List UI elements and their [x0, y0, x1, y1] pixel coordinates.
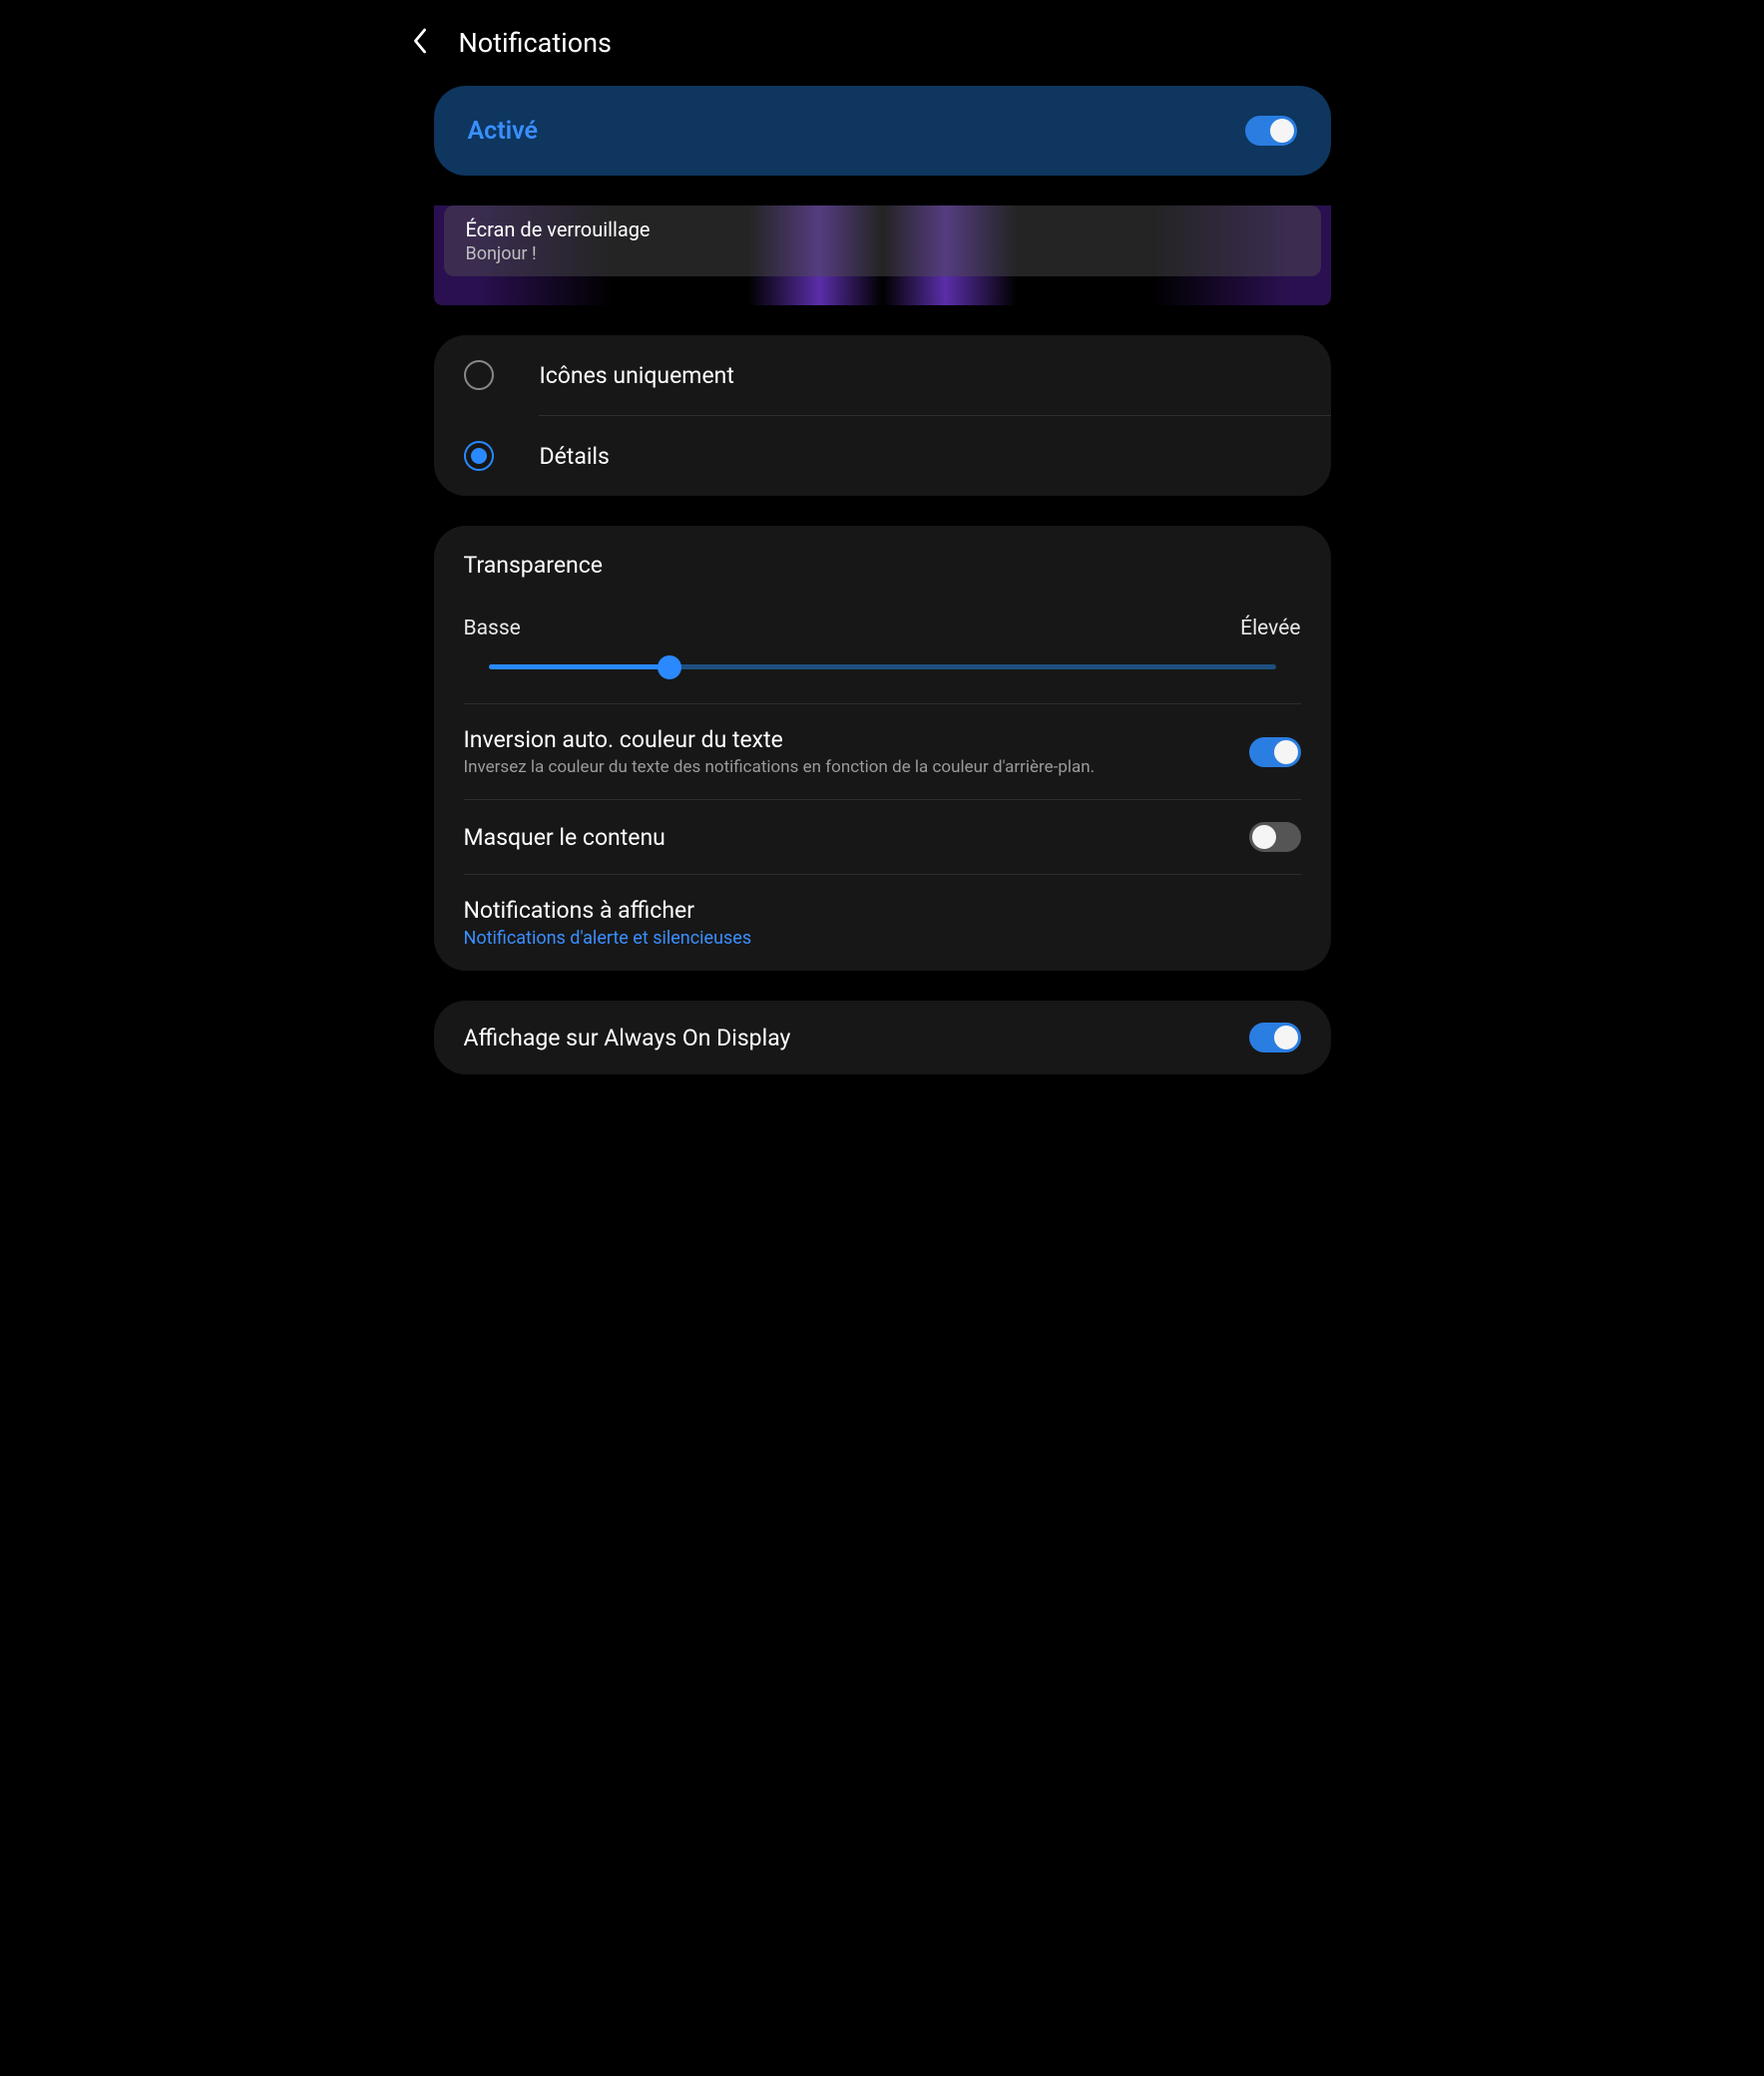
radio-details[interactable]: Détails: [434, 416, 1331, 496]
header: Notifications: [379, 0, 1386, 86]
slider-low-label: Basse: [464, 617, 521, 640]
hide-content-title: Masquer le contenu: [464, 824, 1229, 851]
settings-card: Transparence Basse Élevée Inversion auto…: [434, 526, 1331, 971]
invert-color-switch[interactable]: [1249, 737, 1301, 767]
radio-label: Détails: [540, 443, 610, 470]
slider-high-label: Élevée: [1240, 617, 1300, 640]
transparency-slider[interactable]: [464, 664, 1301, 677]
page-title: Notifications: [459, 27, 612, 59]
preview-notification: Écran de verrouillage Bonjour !: [444, 206, 1321, 276]
radio-icon: [464, 441, 494, 471]
master-toggle-label: Activé: [468, 117, 538, 146]
invert-color-sub: Inversez la couleur du texte des notific…: [464, 757, 1229, 777]
invert-color-title: Inversion auto. couleur du texte: [464, 726, 1229, 753]
aod-title: Affichage sur Always On Display: [464, 1025, 1229, 1051]
radio-label: Icônes uniquement: [540, 362, 734, 389]
notifications-to-show-sub: Notifications d'alerte et silencieuses: [464, 928, 1301, 949]
transparency-title: Transparence: [464, 552, 1301, 579]
aod-switch[interactable]: [1249, 1023, 1301, 1052]
invert-color-row[interactable]: Inversion auto. couleur du texte Inverse…: [434, 704, 1331, 799]
style-card: Icônes uniquement Détails: [434, 335, 1331, 496]
master-toggle-switch[interactable]: [1245, 116, 1297, 146]
preview-notification-title: Écran de verrouillage: [466, 217, 1299, 241]
preview-notification-subtitle: Bonjour !: [466, 243, 1299, 264]
back-icon[interactable]: [409, 26, 431, 60]
lockscreen-preview[interactable]: Écran de verrouillage Bonjour !: [434, 206, 1331, 305]
master-toggle-row[interactable]: Activé: [434, 86, 1331, 176]
hide-content-row[interactable]: Masquer le contenu: [434, 800, 1331, 874]
notifications-to-show-row[interactable]: Notifications à afficher Notifications d…: [434, 875, 1331, 971]
aod-row[interactable]: Affichage sur Always On Display: [434, 1001, 1331, 1074]
radio-icon: [464, 360, 494, 390]
radio-icons-only[interactable]: Icônes uniquement: [434, 335, 1331, 415]
transparency-section: Transparence Basse Élevée: [434, 526, 1331, 703]
hide-content-switch[interactable]: [1249, 822, 1301, 852]
aod-card: Affichage sur Always On Display: [434, 1001, 1331, 1074]
notifications-to-show-title: Notifications à afficher: [464, 897, 1301, 924]
slider-labels: Basse Élevée: [464, 617, 1301, 640]
